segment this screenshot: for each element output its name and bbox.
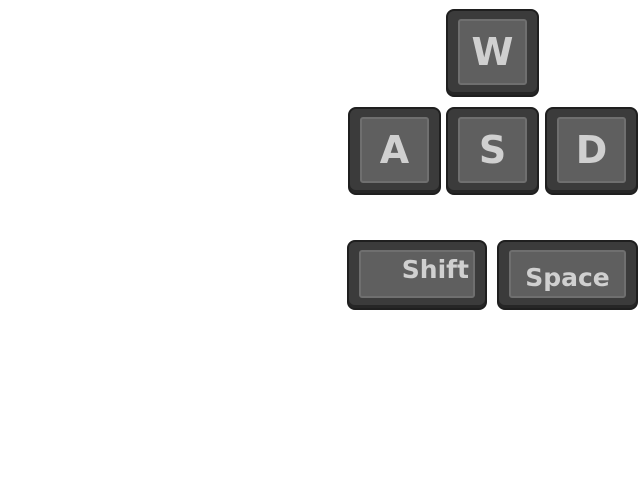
key-w-label: W [458, 19, 527, 85]
key-space: Space [497, 240, 638, 310]
key-space-label: Space [509, 250, 626, 298]
key-d: D [545, 107, 638, 195]
key-w: W [446, 9, 539, 97]
key-shift: Shift [347, 240, 487, 310]
key-d-label: D [557, 117, 626, 183]
key-s-label: S [458, 117, 527, 183]
key-s: S [446, 107, 539, 195]
key-a-label: A [360, 117, 429, 183]
key-a: A [348, 107, 441, 195]
key-shift-label: Shift [359, 250, 475, 298]
